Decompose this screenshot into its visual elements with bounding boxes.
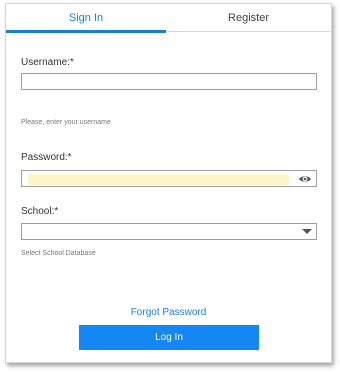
school-help-text: Select School Database (21, 250, 96, 257)
tab-sign-in[interactable]: Sign In (6, 4, 166, 32)
school-label: School:* (21, 206, 59, 217)
username-help-text: Please, enter your username (21, 119, 111, 126)
caret-down-icon (302, 229, 312, 234)
auth-tabs: Sign In Register (6, 4, 331, 33)
login-card: Sign In Register Username:* Please, ente… (5, 3, 332, 363)
password-autofill-highlight (28, 174, 289, 185)
school-select[interactable] (21, 223, 317, 240)
active-tab-indicator (6, 30, 166, 33)
username-label: Username:* (21, 57, 74, 68)
username-input[interactable] (21, 73, 317, 90)
password-label: Password:* (21, 152, 72, 163)
eye-icon[interactable] (298, 172, 312, 186)
tab-register[interactable]: Register (166, 4, 331, 32)
forgot-password-link[interactable]: Forgot Password (6, 307, 331, 318)
password-input[interactable] (21, 170, 317, 187)
login-button[interactable]: Log In (79, 325, 259, 350)
